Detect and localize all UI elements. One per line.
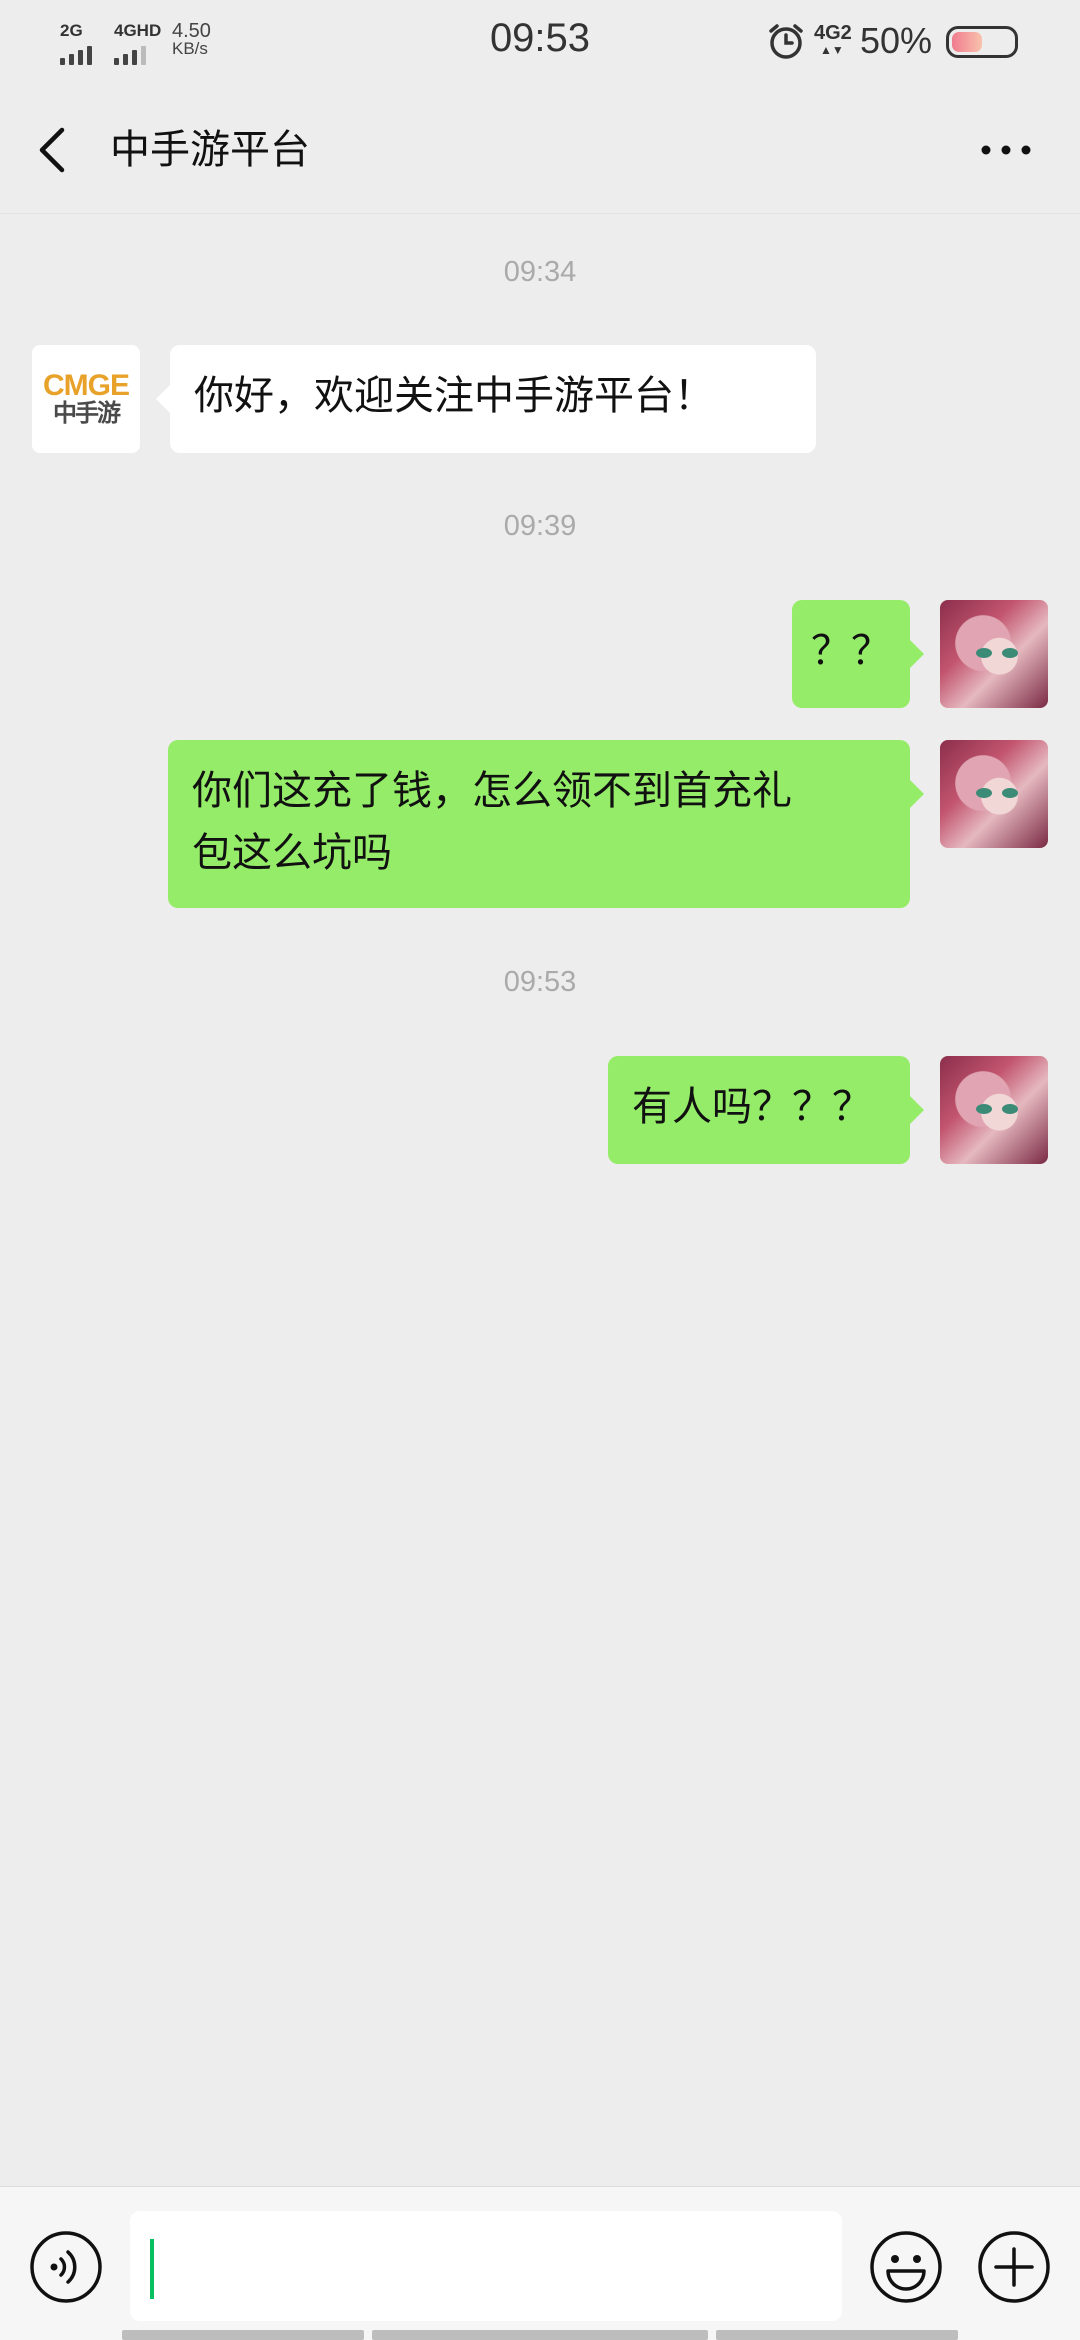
message-input[interactable] — [130, 2211, 842, 2321]
avatar-eye — [976, 788, 992, 798]
voice-icon[interactable] — [28, 2229, 104, 2305]
emoji-icon[interactable] — [868, 2229, 944, 2305]
cmge-logo-text: CMGE — [43, 369, 130, 402]
status-bar: 2G 4GHD 4.50 KB/s 09:53 4G2 ▲▼ 50% — [0, 0, 1080, 86]
message-text: ？？ — [811, 628, 891, 674]
avatar-eye — [1002, 648, 1018, 658]
avatar-eye — [976, 648, 992, 658]
network-type: 4G2 ▲▼ — [814, 22, 852, 56]
message-timestamp: 09:53 — [503, 966, 577, 998]
nav-indicator[interactable] — [372, 2330, 708, 2340]
user-avatar[interactable] — [940, 1056, 1048, 1164]
network-label: 4G2 — [814, 22, 852, 44]
outgoing-message-bubble[interactable]: 你们这充了钱，怎么领不到首充礼 包这么坑吗 — [168, 740, 924, 908]
outgoing-message-bubble[interactable]: ？？ — [792, 600, 924, 708]
data-arrows-icon: ▲▼ — [820, 43, 844, 57]
battery-fill — [952, 32, 982, 52]
incoming-message-bubble[interactable]: 你好，欢迎关注中手游平台！ — [156, 345, 816, 453]
header-divider — [0, 213, 1080, 214]
input-bar — [0, 2186, 1080, 2340]
avatar-eye — [1002, 1104, 1018, 1114]
chevron-left-icon[interactable] — [30, 122, 74, 178]
cmge-logo-cn: 中手游 — [53, 399, 121, 427]
nav-indicator[interactable] — [122, 2330, 364, 2340]
message-text: 有人吗？？？ — [632, 1084, 872, 1130]
system-nav-indicators — [0, 2330, 1080, 2340]
chat-header: 中手游平台 — [0, 86, 1080, 214]
battery-icon — [946, 26, 1018, 58]
battery-percent: 50% — [860, 20, 933, 61]
user-avatar[interactable] — [940, 600, 1048, 708]
message-text: 你好，欢迎关注中手游平台！ — [194, 373, 714, 419]
alarm-clock-icon — [769, 24, 803, 59]
outgoing-message-bubble[interactable]: 有人吗？？？ — [608, 1056, 924, 1164]
nav-indicator[interactable] — [716, 2330, 958, 2340]
plus-icon[interactable] — [976, 2229, 1052, 2305]
official-account-avatar[interactable]: CMGE 中手游 — [32, 345, 140, 453]
message-timestamp: 09:39 — [503, 510, 577, 542]
avatar-eye — [1002, 788, 1018, 798]
more-dots-icon[interactable] — [976, 130, 1036, 170]
user-avatar[interactable] — [940, 740, 1048, 848]
chat-title: 中手游平台 — [110, 127, 310, 173]
message-text-line: 你们这充了钱，怎么领不到首充礼 — [192, 768, 792, 814]
avatar-eye — [976, 1104, 992, 1114]
text-cursor — [150, 2239, 154, 2299]
message-timestamp: 09:34 — [503, 256, 577, 288]
message-text-line: 包这么坑吗 — [192, 830, 392, 876]
